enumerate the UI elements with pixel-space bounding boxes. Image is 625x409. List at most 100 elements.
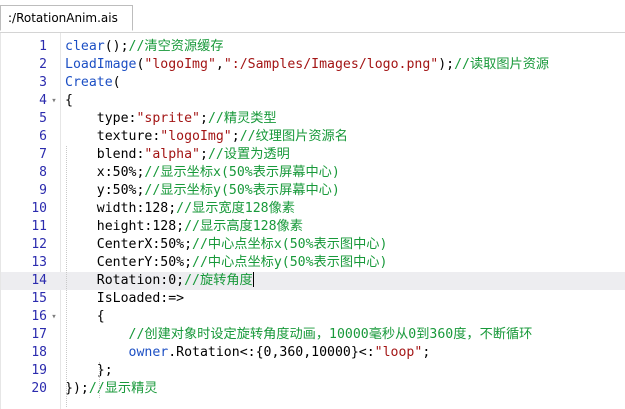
- code-line[interactable]: 12 CenterX:50%;//中心点坐标x(50%表示图中心): [1, 236, 625, 254]
- line-number: 3: [39, 75, 47, 90]
- line-number: 9: [39, 183, 47, 198]
- code-line[interactable]: 10 width:128;//显示宽度128像素: [1, 200, 625, 218]
- code-line[interactable]: 2 LoadImage("logoImg",":/Samples/Images/l…: [1, 56, 625, 74]
- code-text: texture:"logoImg";//纹理图片资源名: [65, 128, 348, 146]
- code-comment: //显示宽度128像素: [176, 201, 295, 216]
- line-number: 20: [31, 381, 47, 396]
- code-text: clear();//清空资源缓存: [65, 38, 224, 56]
- code-string: "logoImg": [160, 129, 232, 144]
- code-token: {: [65, 309, 105, 324]
- line-number: 12: [31, 237, 47, 252]
- code-text: width:128;//显示宽度128像素: [65, 200, 295, 218]
- line-number: 4: [39, 93, 47, 108]
- code-text: CenterX:50%;//中心点坐标x(50%表示图中心): [65, 236, 388, 254]
- code-line[interactable]: 17 //创建对象时设定旋转角度动画，10000毫秒从0到360度，不断循环: [1, 326, 625, 344]
- code-token: x:50%;: [65, 165, 145, 180]
- code-string: "alpha": [144, 147, 200, 162]
- code-comment: //设置为透明: [207, 147, 290, 162]
- code-comment: //显示高度128像素: [184, 219, 303, 234]
- code-comment: //清空资源缓存: [128, 39, 224, 54]
- code-editor[interactable]: 1 clear();//清空资源缓存 2 LoadImage("logoImg",":…: [0, 33, 625, 409]
- tab-rotationanim[interactable]: :/RotationAnim.ais: [0, 5, 133, 31]
- code-comment: //显示坐标y(50%表示屏幕中心): [144, 183, 340, 198]
- fold-toggle-icon[interactable]: ▾: [49, 92, 59, 110]
- code-token: texture:: [65, 129, 161, 144]
- code-text: {: [65, 308, 105, 326]
- tab-bar: :/RotationAnim.ais: [0, 0, 625, 33]
- code-text: x:50%;//显示坐标x(50%表示屏幕中心): [65, 164, 340, 182]
- code-token: height:128;: [65, 219, 185, 234]
- code-token: CenterY:50%;: [65, 255, 193, 270]
- code-comment: //显示坐标x(50%表示屏幕中心): [144, 165, 340, 180]
- code-line[interactable]: 19 };: [1, 362, 625, 380]
- line-number: 13: [31, 255, 47, 270]
- code-comment: //旋转角度: [184, 273, 253, 288]
- code-token: ,: [215, 57, 224, 72]
- code-string: "loop": [374, 345, 423, 360]
- code-line[interactable]: 1 clear();//清空资源缓存: [1, 38, 625, 56]
- code-line[interactable]: 7 blend:"alpha";//设置为透明: [1, 146, 625, 164]
- code-text: owner.Rotation<:{0,360,10000}<:"loop";: [65, 344, 431, 362]
- code-comment: //中心点坐标x(50%表示图中心): [192, 237, 388, 252]
- code-token: {: [65, 93, 73, 108]
- code-string: "logoImg": [144, 57, 216, 72]
- code-comment: //创建对象时设定旋转角度动画，10000毫秒从0到360度，不断循环: [128, 327, 533, 342]
- code-line[interactable]: 5 type:"sprite";//精灵类型: [1, 110, 625, 128]
- line-number: 6: [39, 129, 47, 144]
- line-number: 2: [39, 57, 47, 72]
- code-line[interactable]: 18 owner.Rotation<:{0,360,10000}<:"loop"…: [1, 344, 625, 362]
- code-line-current[interactable]: 14 Rotation:0;//旋转角度: [1, 272, 625, 290]
- code-text: height:128;//显示高度128像素: [65, 218, 303, 236]
- code-line[interactable]: 11 height:128;//显示高度128像素: [1, 218, 625, 236]
- code-text: };: [65, 362, 113, 380]
- line-number: 19: [31, 363, 47, 378]
- text-caret: [252, 272, 254, 287]
- line-number: 1: [39, 39, 47, 54]
- code-string: "sprite": [136, 111, 200, 126]
- code-line[interactable]: 13 CenterY:50%;//中心点坐标y(50%表示图中心): [1, 254, 625, 272]
- code-comment: //精灵类型: [207, 111, 277, 126]
- code-text: IsLoaded:=>: [65, 290, 184, 308]
- code-line[interactable]: 3 Create(: [1, 74, 625, 92]
- code-token: ;: [422, 345, 431, 360]
- code-token: );: [438, 57, 455, 72]
- code-text: {: [65, 92, 73, 110]
- indent-guide: [99, 362, 100, 398]
- code-line[interactable]: 4 ▾ {: [1, 92, 625, 110]
- code-text: LoadImage("logoImg",":/Samples/Images/lo…: [65, 56, 549, 74]
- code-keyword: LoadImage: [65, 57, 137, 72]
- line-number: 7: [39, 147, 47, 162]
- code-line[interactable]: 6 texture:"logoImg";//纹理图片资源名: [1, 128, 625, 146]
- code-token: .Rotation<:{0,360,10000}<:: [168, 345, 375, 360]
- code-text: Create(: [65, 74, 121, 92]
- code-token: Rotation:0;: [65, 273, 185, 288]
- code-comment: //读取图片资源: [454, 57, 550, 72]
- line-number: 17: [31, 327, 47, 342]
- code-token: IsLoaded:=>: [65, 291, 185, 306]
- code-line[interactable]: 16 ▾ {: [1, 308, 625, 326]
- fold-toggle-icon[interactable]: ▾: [49, 308, 59, 326]
- code-text: Rotation:0;//旋转角度: [65, 272, 254, 290]
- line-number: 8: [39, 165, 47, 180]
- indent-guide: [66, 146, 67, 407]
- code-text: CenterY:50%;//中心点坐标y(50%表示图中心): [65, 254, 388, 272]
- code-keyword: clear: [65, 39, 105, 54]
- line-number: 18: [31, 345, 47, 360]
- code-string: ":/Samples/Images/logo.png": [223, 57, 439, 72]
- code-line[interactable]: 15 IsLoaded:=>: [1, 290, 625, 308]
- code-line[interactable]: 9 y:50%;//显示坐标y(50%表示屏幕中心): [1, 182, 625, 200]
- code-line[interactable]: 8 x:50%;//显示坐标x(50%表示屏幕中心): [1, 164, 625, 182]
- code-comment: //纹理图片资源名: [239, 129, 348, 144]
- code-line[interactable]: 20 });//显示精灵: [1, 380, 625, 398]
- line-number: 14: [31, 273, 47, 288]
- code-lines[interactable]: 1 clear();//清空资源缓存 2 LoadImage("logoImg",":…: [1, 38, 625, 398]
- line-number: 15: [31, 291, 47, 306]
- code-text: });//显示精灵: [65, 380, 157, 398]
- code-token: CenterX:50%;: [65, 237, 193, 252]
- code-token: ();: [104, 39, 129, 54]
- code-token: (: [112, 75, 121, 90]
- code-keyword: owner: [128, 345, 169, 360]
- tab-label: :/RotationAnim.ais: [8, 11, 118, 25]
